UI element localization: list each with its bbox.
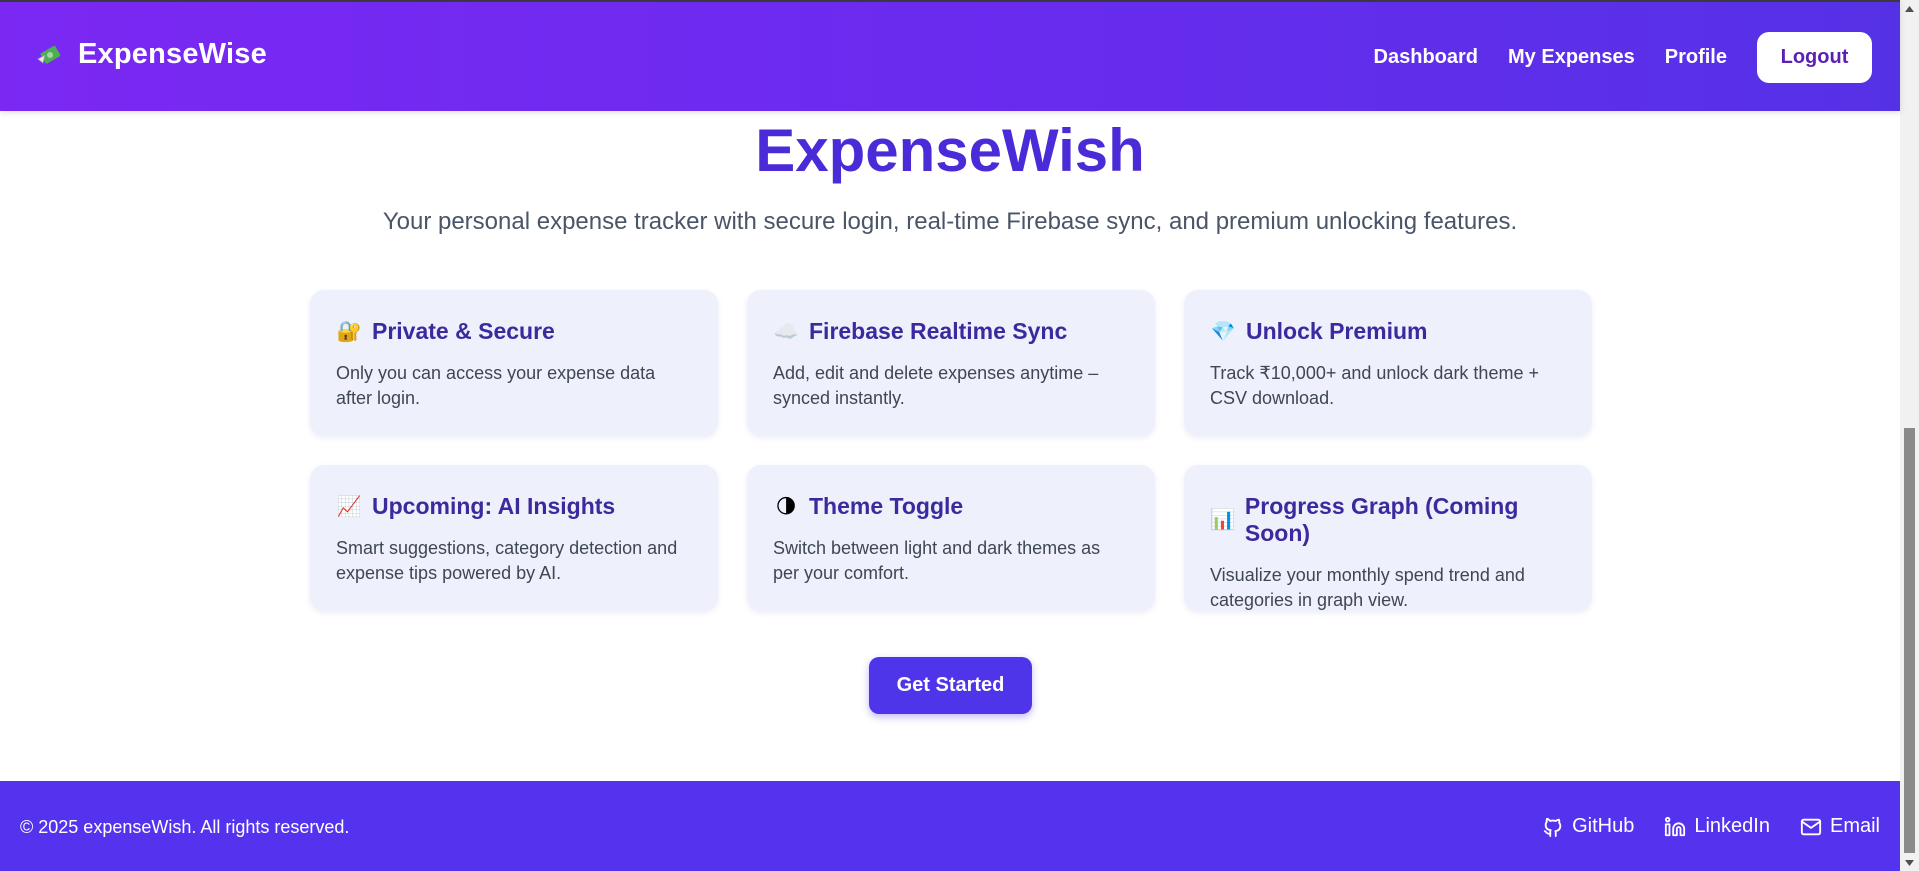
feature-title: Firebase Realtime Sync xyxy=(809,318,1068,344)
nav-profile[interactable]: Profile xyxy=(1665,32,1727,83)
scroll-down-arrow-icon[interactable] xyxy=(1900,854,1919,871)
feature-card-theme-toggle: 🌗 Theme Toggle Switch between light and … xyxy=(747,465,1155,611)
brand[interactable]: ExpenseWise xyxy=(34,38,267,71)
feature-title: Private & Secure xyxy=(372,318,555,344)
scrollbar-thumb[interactable] xyxy=(1904,428,1915,853)
github-link[interactable]: GitHub xyxy=(1542,815,1634,838)
feature-description: Switch between light and dark themes as … xyxy=(773,538,1101,583)
theme-toggle-icon: 🌗 xyxy=(775,495,797,518)
feature-card-firebase-sync: ☁️ Firebase Realtime Sync Add, edit and … xyxy=(747,290,1155,436)
page-title: ExpenseWish xyxy=(755,117,1145,184)
top-navbar: ExpenseWise Dashboard My Expenses Profil… xyxy=(0,0,1900,111)
mail-icon xyxy=(1800,818,1822,835)
email-link[interactable]: Email xyxy=(1800,815,1880,838)
lock-icon: 🔐 xyxy=(336,320,362,343)
nav-dashboard[interactable]: Dashboard xyxy=(1374,32,1478,83)
feature-description: Smart suggestions, category detection an… xyxy=(336,538,678,583)
feature-grid: 🔐 Private & Secure Only you can access y… xyxy=(310,290,1592,611)
feature-card-ai-insights: 📈 Upcoming: AI Insights Smart suggestion… xyxy=(310,465,718,611)
scroll-up-arrow-icon[interactable] xyxy=(1900,0,1919,17)
footer-links: GitHub LinkedIn Email xyxy=(1542,815,1880,838)
brand-name: ExpenseWise xyxy=(78,38,267,70)
email-label: Email xyxy=(1829,815,1880,837)
nav-my-expenses[interactable]: My Expenses xyxy=(1508,32,1635,83)
main-nav: Dashboard My Expenses Profile Logout xyxy=(1374,32,1900,83)
feature-title: Theme Toggle xyxy=(809,493,964,519)
copyright-text: © 2025 expenseWish. All rights reserved. xyxy=(20,817,350,837)
linkedin-label: LinkedIn xyxy=(1694,815,1770,837)
page: ExpenseWise Dashboard My Expenses Profil… xyxy=(0,0,1900,871)
get-started-button[interactable]: Get Started xyxy=(869,657,1032,714)
chart-increasing-icon: 📈 xyxy=(336,495,362,518)
feature-card-private-secure: 🔐 Private & Secure Only you can access y… xyxy=(310,290,718,436)
bar-chart-icon: 📊 xyxy=(1210,509,1235,531)
feature-description: Visualize your monthly spend trend and c… xyxy=(1210,565,1525,610)
feature-description: Track ₹10,000+ and unlock dark theme + C… xyxy=(1210,363,1539,408)
github-icon xyxy=(1543,817,1562,837)
cloud-icon: ☁️ xyxy=(773,320,799,343)
linkedin-link[interactable]: LinkedIn xyxy=(1664,815,1770,838)
footer: © 2025 expenseWish. All rights reserved.… xyxy=(0,781,1900,871)
gem-icon: 💎 xyxy=(1210,320,1236,343)
github-label: GitHub xyxy=(1572,815,1635,837)
logout-button[interactable]: Logout xyxy=(1757,32,1872,83)
feature-card-unlock-premium: 💎 Unlock Premium Track ₹10,000+ and unlo… xyxy=(1184,290,1592,436)
feature-card-progress-graph: 📊 Progress Graph (Coming Soon) Visualize… xyxy=(1184,465,1592,611)
feature-title: Progress Graph (Coming Soon) xyxy=(1244,493,1519,546)
page-subtitle: Your personal expense tracker with secur… xyxy=(382,208,1518,235)
linkedin-icon xyxy=(1665,816,1686,836)
vertical-scrollbar[interactable] xyxy=(1900,0,1919,871)
feature-title: Upcoming: AI Insights xyxy=(372,493,616,519)
money-wings-icon xyxy=(37,45,61,64)
feature-description: Only you can access your expense data af… xyxy=(336,363,656,408)
window-edge xyxy=(0,0,1900,2)
feature-title: Unlock Premium xyxy=(1246,318,1428,344)
feature-description: Add, edit and delete expenses anytime – … xyxy=(773,363,1099,408)
